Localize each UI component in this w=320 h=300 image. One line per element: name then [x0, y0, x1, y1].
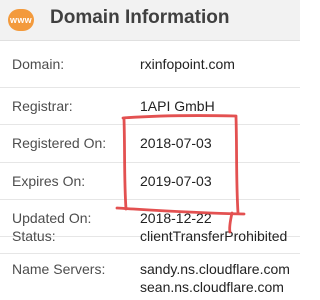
- domain-value: rxinfopoint.com: [140, 56, 235, 72]
- registrar-label: Registrar:: [12, 98, 73, 114]
- name-server-1: sandy.ns.cloudflare.com: [140, 261, 290, 277]
- www-icon: www: [8, 9, 34, 31]
- row-name-servers: Name Servers: sandy.ns.cloudflare.com se…: [0, 254, 300, 300]
- row-domain: Domain: rxinfopoint.com: [0, 40, 300, 88]
- expires-on-label: Expires On:: [12, 173, 86, 189]
- row-registrar: Registrar: 1API GmbH: [0, 88, 300, 125]
- name-server-2: sean.ns.cloudflare.com: [140, 279, 284, 295]
- status-value: clientTransferProhibited: [140, 228, 288, 244]
- registered-on-value: 2018-07-03: [140, 135, 212, 151]
- page-title: Domain Information: [50, 7, 230, 28]
- registered-on-label: Registered On:: [12, 135, 107, 151]
- row-expires-on: Expires On: 2019-07-03: [0, 163, 300, 200]
- row-registered-on: Registered On: 2018-07-03: [0, 125, 300, 163]
- header: www Domain Information: [0, 0, 300, 41]
- row-status: Status: clientTransferProhibited: [0, 228, 300, 254]
- domain-label: Domain:: [12, 56, 65, 72]
- registrar-value: 1API GmbH: [140, 98, 215, 114]
- status-label: Status:: [12, 228, 56, 244]
- expires-on-value: 2019-07-03: [140, 173, 212, 189]
- updated-on-value: 2018-12-22: [140, 210, 212, 226]
- updated-on-label: Updated On:: [12, 210, 92, 226]
- name-servers-label: Name Servers:: [12, 261, 106, 277]
